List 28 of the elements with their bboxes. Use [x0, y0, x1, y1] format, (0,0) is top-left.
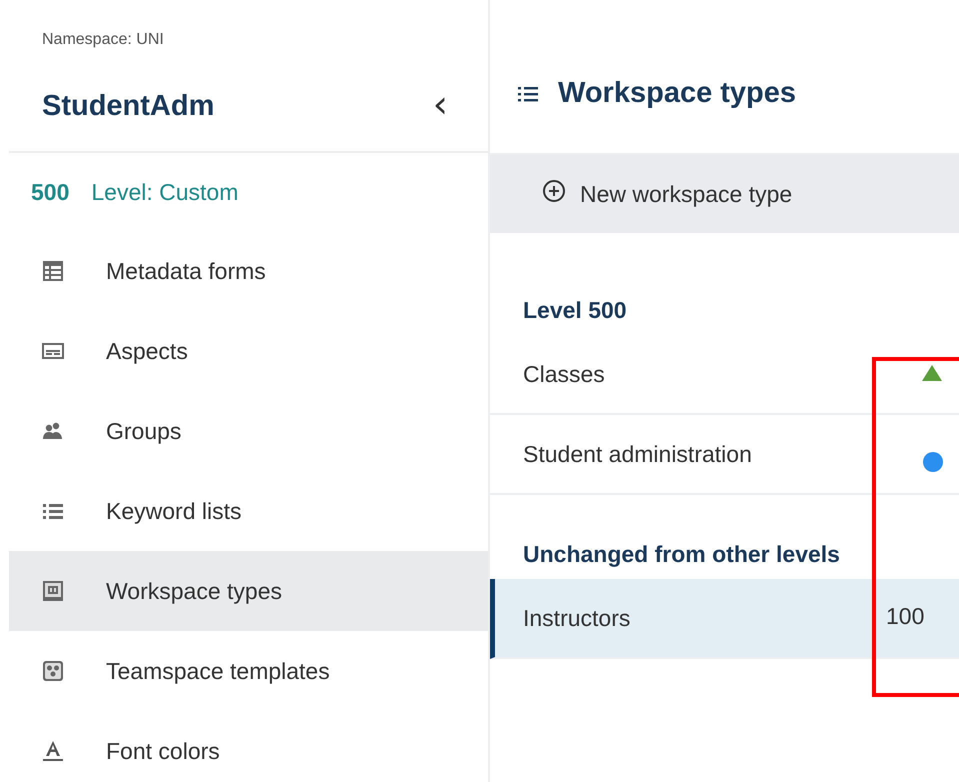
workspace-icon — [42, 580, 64, 602]
list-row[interactable]: Instructors 100 — [490, 579, 959, 659]
sidebar-item[interactable]: Aspects — [9, 311, 488, 391]
card-icon — [42, 343, 64, 359]
sidebar-item[interactable]: Workspace types — [9, 551, 488, 631]
section-heading: Level 500 — [522, 297, 628, 325]
list-icon — [42, 502, 64, 520]
app-title: StudentAdm — [42, 90, 214, 123]
page-title: Workspace types — [558, 77, 796, 110]
level-label: Level: Custom — [91, 178, 238, 206]
namespace-label: Namespace: UNI — [41, 30, 165, 50]
new-workspace-type-button[interactable]: New workspace type — [542, 175, 792, 213]
level-value: 100 — [886, 603, 924, 630]
sidebar-item[interactable]: Font colors — [9, 711, 488, 782]
list-row[interactable]: Classes — [490, 335, 959, 415]
teamspace-icon — [42, 660, 64, 682]
sidebar-item[interactable]: Keyword lists — [9, 471, 488, 551]
font-icon — [42, 740, 64, 762]
list-row[interactable]: Student administration — [490, 415, 959, 495]
sidebar-item[interactable]: Groups — [9, 391, 488, 471]
sidebar-item[interactable]: Teamspace templates — [9, 631, 488, 711]
list-icon[interactable] — [518, 86, 538, 102]
level-number: 500 — [31, 178, 70, 206]
table-icon — [42, 260, 64, 282]
collapse-button[interactable]: ‹ — [432, 84, 448, 128]
people-icon — [42, 422, 64, 440]
sidebar-item[interactable]: Metadata forms — [9, 231, 488, 311]
section-heading: Unchanged from other levels — [522, 541, 841, 569]
